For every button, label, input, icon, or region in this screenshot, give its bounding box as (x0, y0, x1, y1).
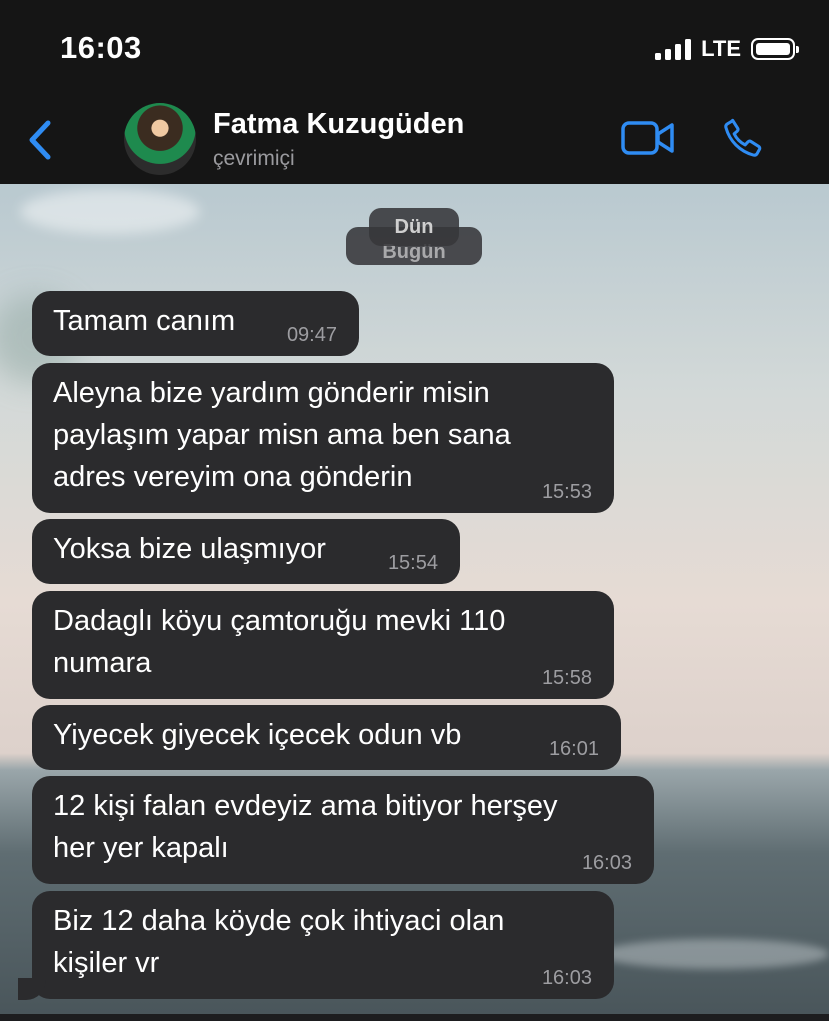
contact-status: çevrimiçi (213, 147, 295, 170)
background-wave (600, 939, 829, 969)
message-time: 15:54 (387, 552, 438, 574)
video-call-button[interactable] (620, 119, 676, 157)
message-text: Yoksa bize ulaşmıyor (53, 533, 326, 565)
voice-call-button[interactable] (720, 115, 766, 161)
message-bubble[interactable]: Dadaglı köyu çamtoruğu mevki 110 numara … (32, 591, 614, 699)
status-bar: 16:03 LTE (0, 0, 829, 95)
contact-name[interactable]: Fatma Kuzugüden (213, 108, 464, 141)
video-camera-icon (621, 121, 674, 155)
battery-cap (796, 46, 799, 53)
message-time: 15:58 (541, 667, 592, 689)
battery-fill (756, 43, 790, 55)
message-bubble[interactable]: Aleyna bize yardım gönderir misin paylaş… (32, 363, 614, 513)
battery-icon (751, 38, 799, 60)
message-bubble[interactable]: Yiyecek giyecek içecek odun vb 16:01 (32, 705, 621, 770)
message-text: 12 kişi falan evdeyiz ama bitiyor herşey… (53, 790, 558, 864)
message-text: Biz 12 daha köyde çok ihtiyaci olan kişi… (53, 905, 505, 979)
message-time: 15:53 (541, 481, 592, 503)
status-time: 16:03 (60, 30, 142, 65)
back-button[interactable] (22, 117, 62, 163)
message-bubble[interactable]: Biz 12 daha köyde çok ihtiyaci olan kişi… (32, 891, 614, 999)
message-text: Aleyna bize yardım gönderir misin paylaş… (53, 377, 511, 493)
status-indicators: LTE (655, 36, 799, 62)
message-time: 16:03 (541, 967, 592, 989)
input-bar-edge (0, 1014, 829, 1021)
message-text: Dadaglı köyu çamtoruğu mevki 110 numara (53, 605, 506, 679)
network-type: LTE (701, 36, 741, 61)
message-bubble[interactable]: Yoksa bize ulaşmıyor 15:54 (32, 519, 460, 584)
chat-area[interactable]: Bugün Dün Tamam canım 09:47 Aleyna bize … (0, 184, 829, 1021)
message-bubble[interactable]: Tamam canım 09:47 (32, 291, 359, 356)
contact-avatar[interactable] (124, 103, 196, 175)
background-cloud (20, 189, 200, 234)
phone-icon (724, 118, 762, 157)
chat-header: Fatma Kuzugüden çevrimiçi (0, 95, 829, 185)
message-time: 16:03 (581, 852, 632, 874)
chevron-left-icon (29, 120, 51, 160)
message-bubble[interactable]: 12 kişi falan evdeyiz ama bitiyor herşey… (32, 776, 654, 884)
message-text: Yiyecek giyecek içecek odun vb (53, 719, 462, 751)
cellular-signal-icon (655, 38, 692, 60)
message-time: 16:01 (548, 738, 599, 760)
message-time: 09:47 (286, 324, 337, 346)
date-separator-yesterday: Dün (369, 208, 459, 246)
